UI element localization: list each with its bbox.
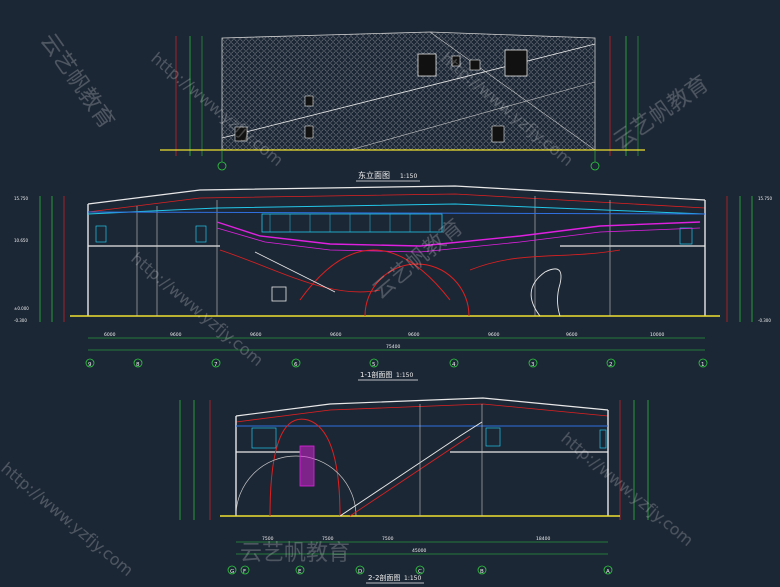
axis-label: 4	[452, 362, 456, 368]
bay-dim: 10000	[650, 332, 664, 338]
level-mark: -0.300	[14, 318, 27, 323]
axis-label: 3	[531, 362, 535, 368]
axis-label: G	[230, 569, 234, 575]
bay-dim: 9600	[170, 332, 182, 338]
bay-dim: 9600	[488, 332, 500, 338]
axis-label: D	[358, 569, 362, 575]
level-mark: -0.300	[758, 318, 771, 323]
bay-dim: 6000	[104, 332, 116, 338]
watermark-url: http://www.yzfjy.com	[557, 429, 697, 550]
bay-dim: 9600	[250, 332, 262, 338]
axis-label: F	[243, 569, 246, 575]
level-mark: 10.650	[14, 238, 28, 243]
total-dim: 75400	[386, 344, 400, 350]
axis-label: 9	[88, 362, 92, 368]
cad-drawing: 东立面图 1:150 9 8 7 6 5 4 3 2 1 6000 9600 9…	[0, 29, 772, 584]
bay-dim: 9600	[330, 332, 342, 338]
axis-label: 7	[214, 362, 218, 368]
total-dim: 45000	[412, 548, 426, 554]
level-marks: 15.750 10.650 ±0.000 -0.300 15.750 -0.30…	[14, 196, 772, 323]
level-mark: ±0.000	[14, 306, 29, 311]
bay-dim: 9600	[408, 332, 420, 338]
level-mark: 15.750	[14, 196, 28, 201]
section-1-bay-dims: 6000 9600 9600 9600 9600 9600 9600 10000…	[104, 332, 664, 350]
axis-label: A	[606, 569, 610, 575]
section-2-title: 2-2剖面图	[368, 573, 400, 582]
watermark-url: http://www.yzfjy.com	[127, 249, 267, 370]
axis-label: 5	[372, 362, 376, 368]
bay-dim: 9600	[566, 332, 578, 338]
cad-canvas: 东立面图 1:150 9 8 7 6 5 4 3 2 1 6000 9600 9…	[0, 0, 780, 587]
section-2-axis-bubbles: G F E D C B A	[227, 565, 613, 575]
axis-label: 1	[701, 362, 705, 368]
bay-dim: 18400	[536, 536, 550, 542]
watermark-url: http://www.yzfjy.com	[0, 459, 137, 580]
axis-label: 6	[294, 362, 298, 368]
bay-dim: 7500	[382, 536, 394, 542]
axis-label: 2	[609, 362, 613, 368]
watermark-text: 云艺帆教育	[240, 541, 350, 566]
east-elevation-scale: 1:150	[400, 173, 417, 180]
axis-label: B	[480, 569, 484, 575]
east-elevation-title: 东立面图	[358, 170, 390, 180]
watermark-text: 云艺帆教育	[35, 29, 119, 133]
axis-label: 8	[136, 362, 140, 368]
section-2-scale: 1:150	[404, 575, 421, 582]
section-1-title: 1-1剖面图	[360, 370, 392, 379]
level-mark: 15.750	[758, 196, 772, 201]
watermark-text: 云艺帆教育	[368, 215, 468, 305]
watermark-text: 云艺帆教育	[609, 71, 713, 155]
axis-label: E	[298, 569, 302, 575]
section-1-axis-bubbles: 9 8 7 6 5 4 3 2 1	[85, 358, 708, 368]
section-1-scale: 1:150	[396, 372, 413, 379]
